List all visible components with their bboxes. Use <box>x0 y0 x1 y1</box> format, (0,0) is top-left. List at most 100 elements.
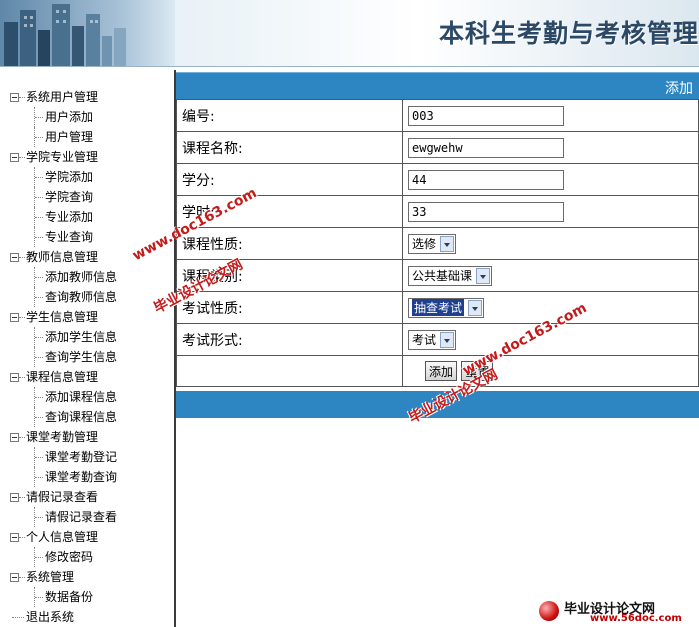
collapse-toggle-icon[interactable] <box>10 253 19 262</box>
form-field-label: 编号: <box>176 99 403 132</box>
form-text-input[interactable] <box>408 137 564 158</box>
form-field-label: 考试性质: <box>176 291 403 324</box>
form-empty-cell <box>176 355 403 387</box>
sidebar-item[interactable]: 修改密码 <box>0 547 170 567</box>
sidebar-item[interactable]: 用户添加 <box>0 107 170 127</box>
sidebar-item-label[interactable]: 专业查询 <box>45 227 93 247</box>
sidebar-group[interactable]: 学生信息管理 <box>0 307 170 327</box>
collapse-toggle-icon[interactable] <box>10 93 19 102</box>
add-button[interactable]: 添加 <box>425 361 458 381</box>
form-button-row: 添加 重置 <box>176 355 699 387</box>
tree-connector <box>12 617 24 618</box>
sidebar-group-label[interactable]: 课堂考勤管理 <box>26 427 98 447</box>
sidebar-item[interactable]: 添加学生信息 <box>0 327 170 347</box>
sidebar-group-label[interactable]: 个人信息管理 <box>26 527 98 547</box>
collapse-toggle-icon[interactable] <box>10 433 19 442</box>
sidebar-item-label[interactable]: 课堂考勤登记 <box>45 447 117 467</box>
collapse-toggle-icon[interactable] <box>10 493 19 502</box>
sidebar-group[interactable]: 请假记录查看 <box>0 487 170 507</box>
sidebar-item-label[interactable]: 查询学生信息 <box>45 347 117 367</box>
form-header-title: 添加 <box>665 81 693 97</box>
sidebar-item-label[interactable]: 添加教师信息 <box>45 267 117 287</box>
form-select[interactable]: 考试 <box>408 329 457 350</box>
form-select[interactable]: 公共基础课 <box>408 265 493 286</box>
sidebar-item[interactable]: 学院查询 <box>0 187 170 207</box>
sidebar-group-label[interactable]: 系统用户管理 <box>26 87 98 107</box>
sidebar-item-label[interactable]: 请假记录查看 <box>45 507 117 527</box>
sidebar-item-label[interactable]: 添加学生信息 <box>45 327 117 347</box>
sidebar-item-label[interactable]: 学院添加 <box>45 167 93 187</box>
reset-button[interactable]: 重置 <box>461 361 494 381</box>
sidebar-item[interactable]: 数据备份 <box>0 587 170 607</box>
collapse-toggle-icon[interactable] <box>10 153 19 162</box>
sidebar-item-label[interactable]: 添加课程信息 <box>45 387 117 407</box>
sidebar-item-exit[interactable]: 退出系统 <box>0 607 170 627</box>
sidebar-item[interactable]: 课堂考勤查询 <box>0 467 170 487</box>
sidebar-group[interactable]: 课堂考勤管理 <box>0 427 170 447</box>
sidebar-group-label[interactable]: 请假记录查看 <box>26 487 98 507</box>
form-field-label: 学分: <box>176 163 403 196</box>
tree-connector <box>19 577 25 578</box>
sidebar-item-label[interactable]: 查询教师信息 <box>45 287 117 307</box>
sidebar-group[interactable]: 课程信息管理 <box>0 367 170 387</box>
form-text-input[interactable] <box>408 201 564 222</box>
sidebar-item[interactable]: 专业添加 <box>0 207 170 227</box>
app-title: 本科生考勤与考核管理 <box>438 19 699 48</box>
sidebar-group[interactable]: 学院专业管理 <box>0 147 170 167</box>
form-select[interactable]: 选修 <box>408 233 457 254</box>
form-select[interactable]: 抽查考试 <box>408 297 485 318</box>
sidebar-group-label[interactable]: 课程信息管理 <box>26 367 98 387</box>
sidebar-item-label[interactable]: 课堂考勤查询 <box>45 467 117 487</box>
sidebar-group-label[interactable]: 学生信息管理 <box>26 307 98 327</box>
sidebar-item[interactable]: 查询课程信息 <box>0 407 170 427</box>
sidebar-item[interactable]: 专业查询 <box>0 227 170 247</box>
tree-connector <box>35 177 43 178</box>
sidebar-item-label[interactable]: 数据备份 <box>45 587 93 607</box>
sidebar-group[interactable]: 个人信息管理 <box>0 527 170 547</box>
sidebar-item[interactable]: 查询教师信息 <box>0 287 170 307</box>
tree-connector <box>19 317 25 318</box>
collapse-toggle-icon[interactable] <box>10 373 19 382</box>
dropdown-arrow-icon[interactable] <box>468 299 483 316</box>
sidebar-item[interactable]: 添加教师信息 <box>0 267 170 287</box>
form-row: 课程类别: 公共基础课 <box>176 259 699 292</box>
tree-connector <box>35 397 43 398</box>
sidebar-item-label[interactable]: 专业添加 <box>45 207 93 227</box>
sidebar-item[interactable]: 添加课程信息 <box>0 387 170 407</box>
sidebar-item[interactable]: 请假记录查看 <box>0 507 170 527</box>
collapse-toggle-icon[interactable] <box>10 533 19 542</box>
form-text-input[interactable] <box>408 169 564 190</box>
tree-connector <box>35 277 43 278</box>
sidebar-item[interactable]: 学院添加 <box>0 167 170 187</box>
form-field-cell <box>402 163 699 196</box>
tree-connector <box>35 197 43 198</box>
sidebar-item-label[interactable]: 查询课程信息 <box>45 407 117 427</box>
sidebar-group-label[interactable]: 教师信息管理 <box>26 247 98 267</box>
form-row: 学时: <box>176 195 699 228</box>
sidebar-group[interactable]: 教师信息管理 <box>0 247 170 267</box>
form-row: 考试性质: 抽查考试 <box>176 291 699 324</box>
sidebar-group-label[interactable]: 系统管理 <box>26 567 74 587</box>
sidebar-item-label[interactable]: 学院查询 <box>45 187 93 207</box>
footer-site-url: www.56doc.com <box>590 613 682 624</box>
dropdown-arrow-icon[interactable] <box>440 235 455 252</box>
sidebar-group[interactable]: 系统用户管理 <box>0 87 170 107</box>
form-field-cell: 选修 <box>402 227 699 260</box>
form-field-cell: 考试 <box>402 323 699 356</box>
form-field-label: 课程类别: <box>176 259 403 292</box>
sidebar-group[interactable]: 系统管理 <box>0 567 170 587</box>
dropdown-arrow-icon[interactable] <box>476 267 491 284</box>
sidebar-item[interactable]: 课堂考勤登记 <box>0 447 170 467</box>
form-text-input[interactable] <box>408 105 564 126</box>
tree-connector <box>35 217 43 218</box>
collapse-toggle-icon[interactable] <box>10 573 19 582</box>
sidebar-item[interactable]: 查询学生信息 <box>0 347 170 367</box>
dropdown-arrow-icon[interactable] <box>440 331 455 348</box>
collapse-toggle-icon[interactable] <box>10 313 19 322</box>
sidebar-group-label[interactable]: 学院专业管理 <box>26 147 98 167</box>
sidebar-item-label[interactable]: 用户管理 <box>45 127 93 147</box>
sidebar-item-label[interactable]: 用户添加 <box>45 107 93 127</box>
sidebar-item[interactable]: 用户管理 <box>0 127 170 147</box>
exit-system-link[interactable]: 退出系统 <box>26 607 74 627</box>
sidebar-item-label[interactable]: 修改密码 <box>45 547 93 567</box>
